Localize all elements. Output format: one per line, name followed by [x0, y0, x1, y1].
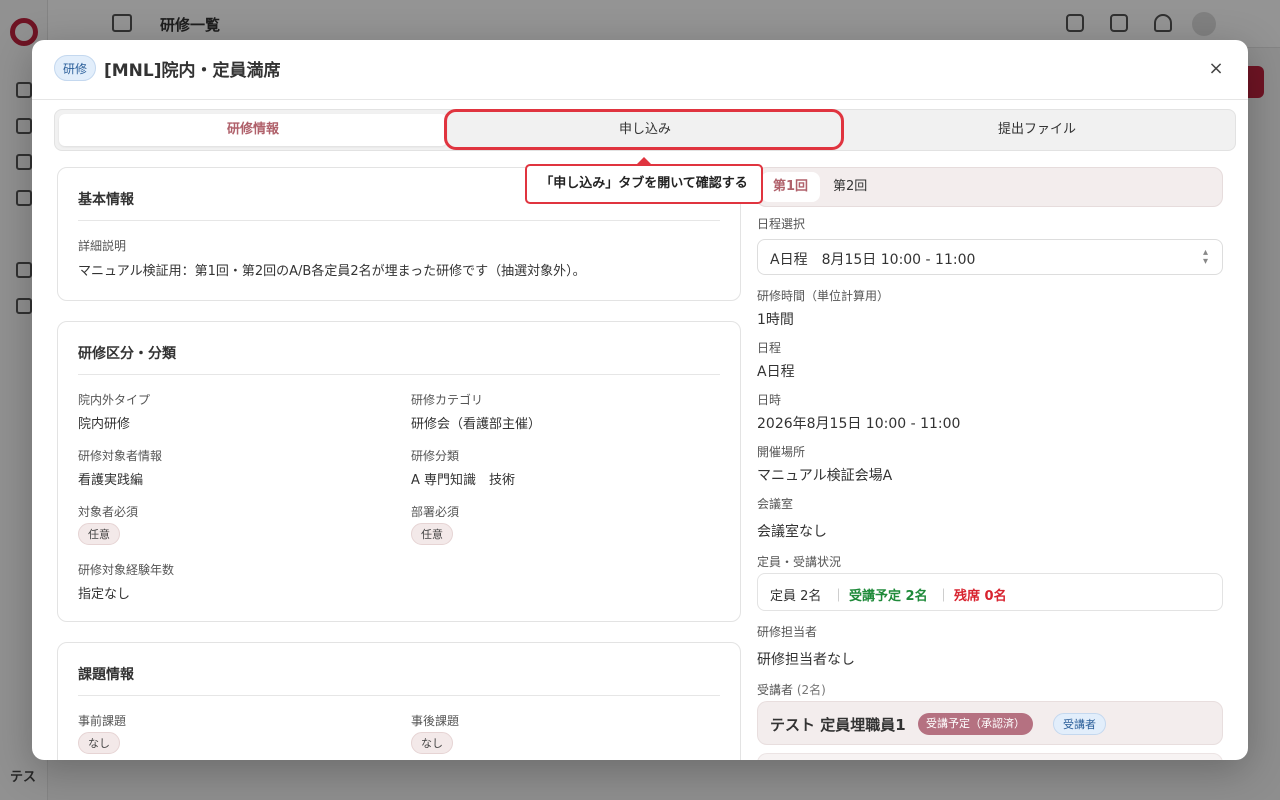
- session-tabs: 第1回 第2回: [756, 167, 1223, 207]
- schedule-select[interactable]: A日程 8月15日 10:00 - 11:00 ▴ ▾: [757, 239, 1223, 275]
- assignments-card: 課題情報 事前課題 なし 事後課題 なし: [57, 642, 741, 760]
- years-label: 研修対象経験年数: [78, 563, 175, 577]
- capacity-total: 定員 2名: [770, 589, 822, 604]
- attendee-card[interactable]: テスト 定員埋職員1 受講予定（承認済） 受講者: [757, 701, 1223, 745]
- attendees-label: 受講者 (2名): [757, 681, 826, 698]
- target-required-label: 対象者必須: [78, 505, 139, 519]
- modal-header: 研修 [MNL]院内・定員満席 ×: [32, 40, 1248, 100]
- instructor-value: 研修担当者なし: [757, 652, 855, 668]
- attendees-count: (2名): [796, 683, 826, 697]
- schedule-select-label: 日程選択: [757, 217, 806, 231]
- close-icon[interactable]: ×: [1204, 58, 1228, 82]
- post-assignment-pill: なし: [411, 732, 453, 754]
- chevron-up-down-icon: ▴ ▾: [1202, 247, 1208, 267]
- schedule-value: A日程: [757, 364, 795, 380]
- pre-assignment-pill: なし: [78, 732, 120, 754]
- capacity-separator: ｜: [937, 589, 951, 604]
- class-label: 研修分類: [411, 449, 460, 463]
- training-detail-modal: 研修 [MNL]院内・定員満席 × 研修情報 申し込み 提出ファイル 「申し込み…: [32, 40, 1248, 760]
- schedule-label: 日程: [757, 341, 782, 355]
- capacity-remaining: 残席 0名: [954, 589, 1007, 604]
- capacity-label: 定員・受講状況: [757, 555, 842, 569]
- modal-tabs: 研修情報 申し込み 提出ファイル: [54, 109, 1236, 151]
- target-label: 研修対象者情報: [78, 449, 163, 463]
- target-required-pill: 任意: [78, 523, 120, 545]
- tab-application[interactable]: 申し込み: [447, 114, 843, 146]
- capacity-enrolled: 受講予定 2名: [849, 589, 928, 604]
- attendees-label-text: 受講者: [757, 683, 794, 697]
- instructor-label: 研修担当者: [757, 625, 818, 639]
- attendee-card[interactable]: [757, 753, 1223, 760]
- card-title: 研修区分・分類: [78, 346, 176, 362]
- card-title: 基本情報: [78, 192, 134, 208]
- venue-label: 開催場所: [757, 445, 806, 459]
- hours-value: 1時間: [757, 312, 794, 328]
- inout-label: 院内外タイプ: [78, 393, 151, 407]
- modal-title: [MNL]院内・定員満席: [104, 61, 281, 81]
- dept-required-pill: 任意: [411, 523, 453, 545]
- tab-submitted-files[interactable]: 提出ファイル: [843, 114, 1231, 146]
- divider: [78, 220, 720, 221]
- venue-value: マニュアル検証会場A: [757, 468, 893, 484]
- years-value: 指定なし: [78, 587, 131, 602]
- detail-value: マニュアル検証用：第1回・第2回のA/B各定員2名が埋まった研修です（抽選対象外…: [78, 264, 586, 279]
- tab-session-1[interactable]: 第1回: [761, 172, 821, 202]
- divider: [78, 374, 720, 375]
- datetime-value: 2026年8月15日 10:00 - 11:00: [757, 416, 961, 432]
- classification-card: 研修区分・分類 院内外タイプ 院内研修 研修カテゴリ 研修会（看護部主催） 研修…: [57, 321, 741, 622]
- tab-session-2[interactable]: 第2回: [821, 172, 879, 202]
- target-value: 看護実践編: [78, 473, 144, 488]
- room-value: 会議室なし: [757, 524, 827, 540]
- detail-label: 詳細説明: [78, 239, 127, 253]
- dept-required-label: 部署必須: [411, 505, 460, 519]
- attendee-status-badge: 受講予定（承認済）: [918, 713, 1033, 735]
- category-value: 研修会（看護部主催）: [411, 417, 542, 432]
- attendee-role-badge: 受講者: [1053, 713, 1106, 735]
- type-badge: 研修: [54, 55, 97, 81]
- datetime-label: 日時: [757, 393, 782, 407]
- inout-value: 院内研修: [78, 417, 131, 432]
- class-value: A 専門知識 技術: [411, 473, 516, 488]
- category-label: 研修カテゴリ: [411, 393, 484, 407]
- divider: [78, 695, 720, 696]
- capacity-status: 定員 2名 ｜ 受講予定 2名 ｜ 残席 0名: [757, 573, 1223, 611]
- tab-training-info[interactable]: 研修情報: [59, 114, 447, 146]
- card-title: 課題情報: [78, 667, 134, 683]
- capacity-separator: ｜: [832, 589, 846, 604]
- callout-arrow: [636, 157, 652, 165]
- attendee-name: テスト 定員埋職員1: [770, 716, 906, 734]
- hours-label: 研修時間（単位計算用）: [757, 289, 890, 303]
- pre-assignment-label: 事前課題: [78, 714, 127, 728]
- post-assignment-label: 事後課題: [411, 714, 460, 728]
- room-label: 会議室: [757, 497, 794, 511]
- schedule-select-value: A日程 8月15日 10:00 - 11:00: [770, 252, 976, 268]
- instruction-callout: 「申し込み」タブを開いて確認する: [525, 164, 763, 204]
